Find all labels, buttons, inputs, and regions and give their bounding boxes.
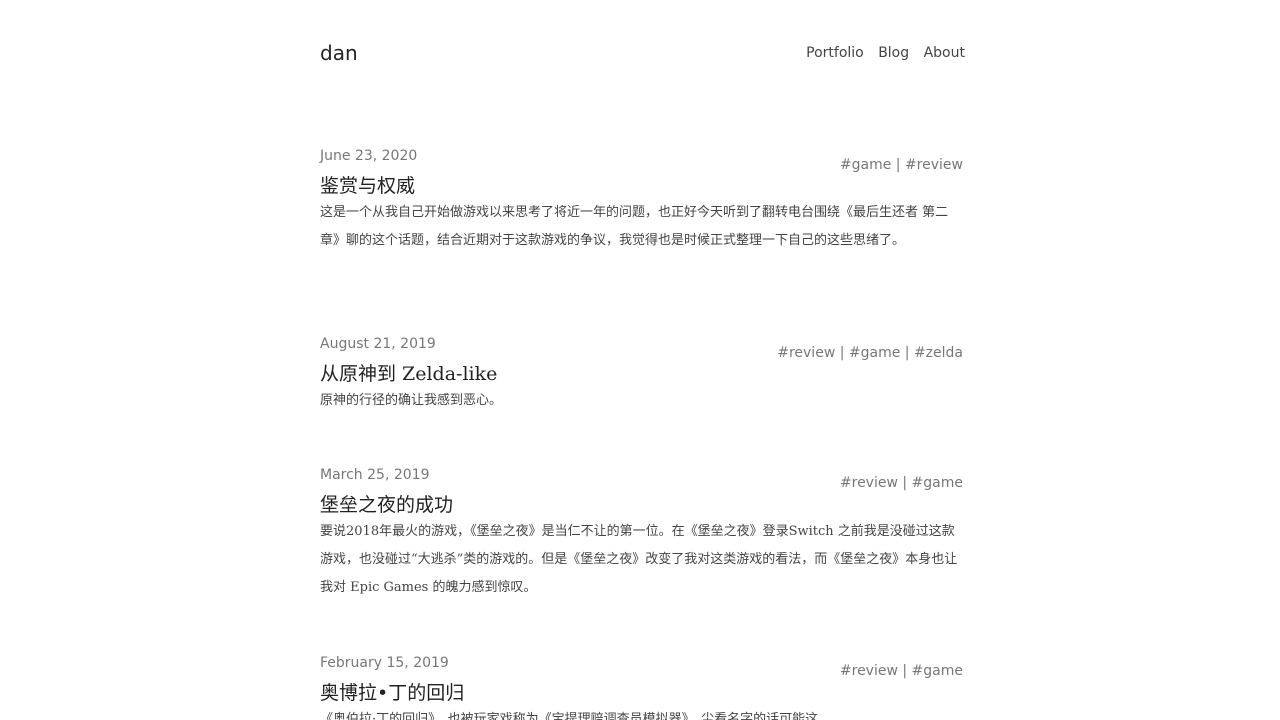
content-container: dan Portfolio Blog About June 23, 2020 #… — [320, 0, 965, 720]
post-excerpt: 《奥伯拉·丁的回归》，也被玩家戏称为《宝提理赔调查员模拟器》，尘看名字的话可能这 — [320, 712, 819, 720]
post-title-link[interactable]: 奥博拉•丁的回归 — [320, 680, 464, 706]
post-item: March 25, 2019 #review | #game 堡垒之夜的成功 要… — [320, 466, 965, 602]
nav-blog-link[interactable]: Blog — [878, 45, 909, 61]
post-tags: #review | #game — [840, 474, 963, 492]
post-title-link[interactable]: 堡垒之夜的成功 — [320, 492, 453, 518]
post-excerpt: 原神的行径的确让我感到恶心。 — [320, 393, 503, 408]
post-item: August 21, 2019 #review | #game | #zelda… — [320, 335, 965, 415]
page: dan Portfolio Blog About June 23, 2020 #… — [0, 0, 1280, 720]
post-tags-link[interactable]: #game | #review — [840, 157, 963, 173]
site-title-link[interactable]: dan — [320, 40, 358, 66]
post-tags-link[interactable]: #review | #game — [840, 663, 963, 679]
site-header: dan Portfolio Blog About — [320, 0, 965, 100]
post-item: February 15, 2019 #review | #game 奥博拉•丁的… — [320, 654, 965, 720]
nav-portfolio-link[interactable]: Portfolio — [806, 45, 864, 61]
post-item: June 23, 2020 #game | #review 鉴赏与权威 这是一个… — [320, 147, 965, 255]
post-tags-link[interactable]: #review | #game | #zelda — [777, 345, 963, 361]
post-title-link[interactable]: 鉴赏与权威 — [320, 173, 415, 199]
post-tags: #game | #review — [840, 156, 963, 174]
post-tags-link[interactable]: #review | #game — [840, 475, 963, 491]
post-title-link[interactable]: 从原神到 Zelda-like — [320, 361, 497, 387]
post-tags: #review | #game — [840, 662, 963, 680]
main-nav: Portfolio Blog About — [806, 44, 965, 62]
post-tags: #review | #game | #zelda — [777, 344, 963, 362]
post-excerpt: 这是一个从我自己开始做游戏以来思考了将近一年的问题，也正好今天听到了翻转电台围绕… — [320, 205, 949, 248]
nav-about-link[interactable]: About — [924, 45, 965, 61]
post-excerpt: 要说2018年最火的游戏，《堡垒之夜》是当仁不让的第一位。在《堡垒之夜》登录Sw… — [320, 524, 958, 595]
